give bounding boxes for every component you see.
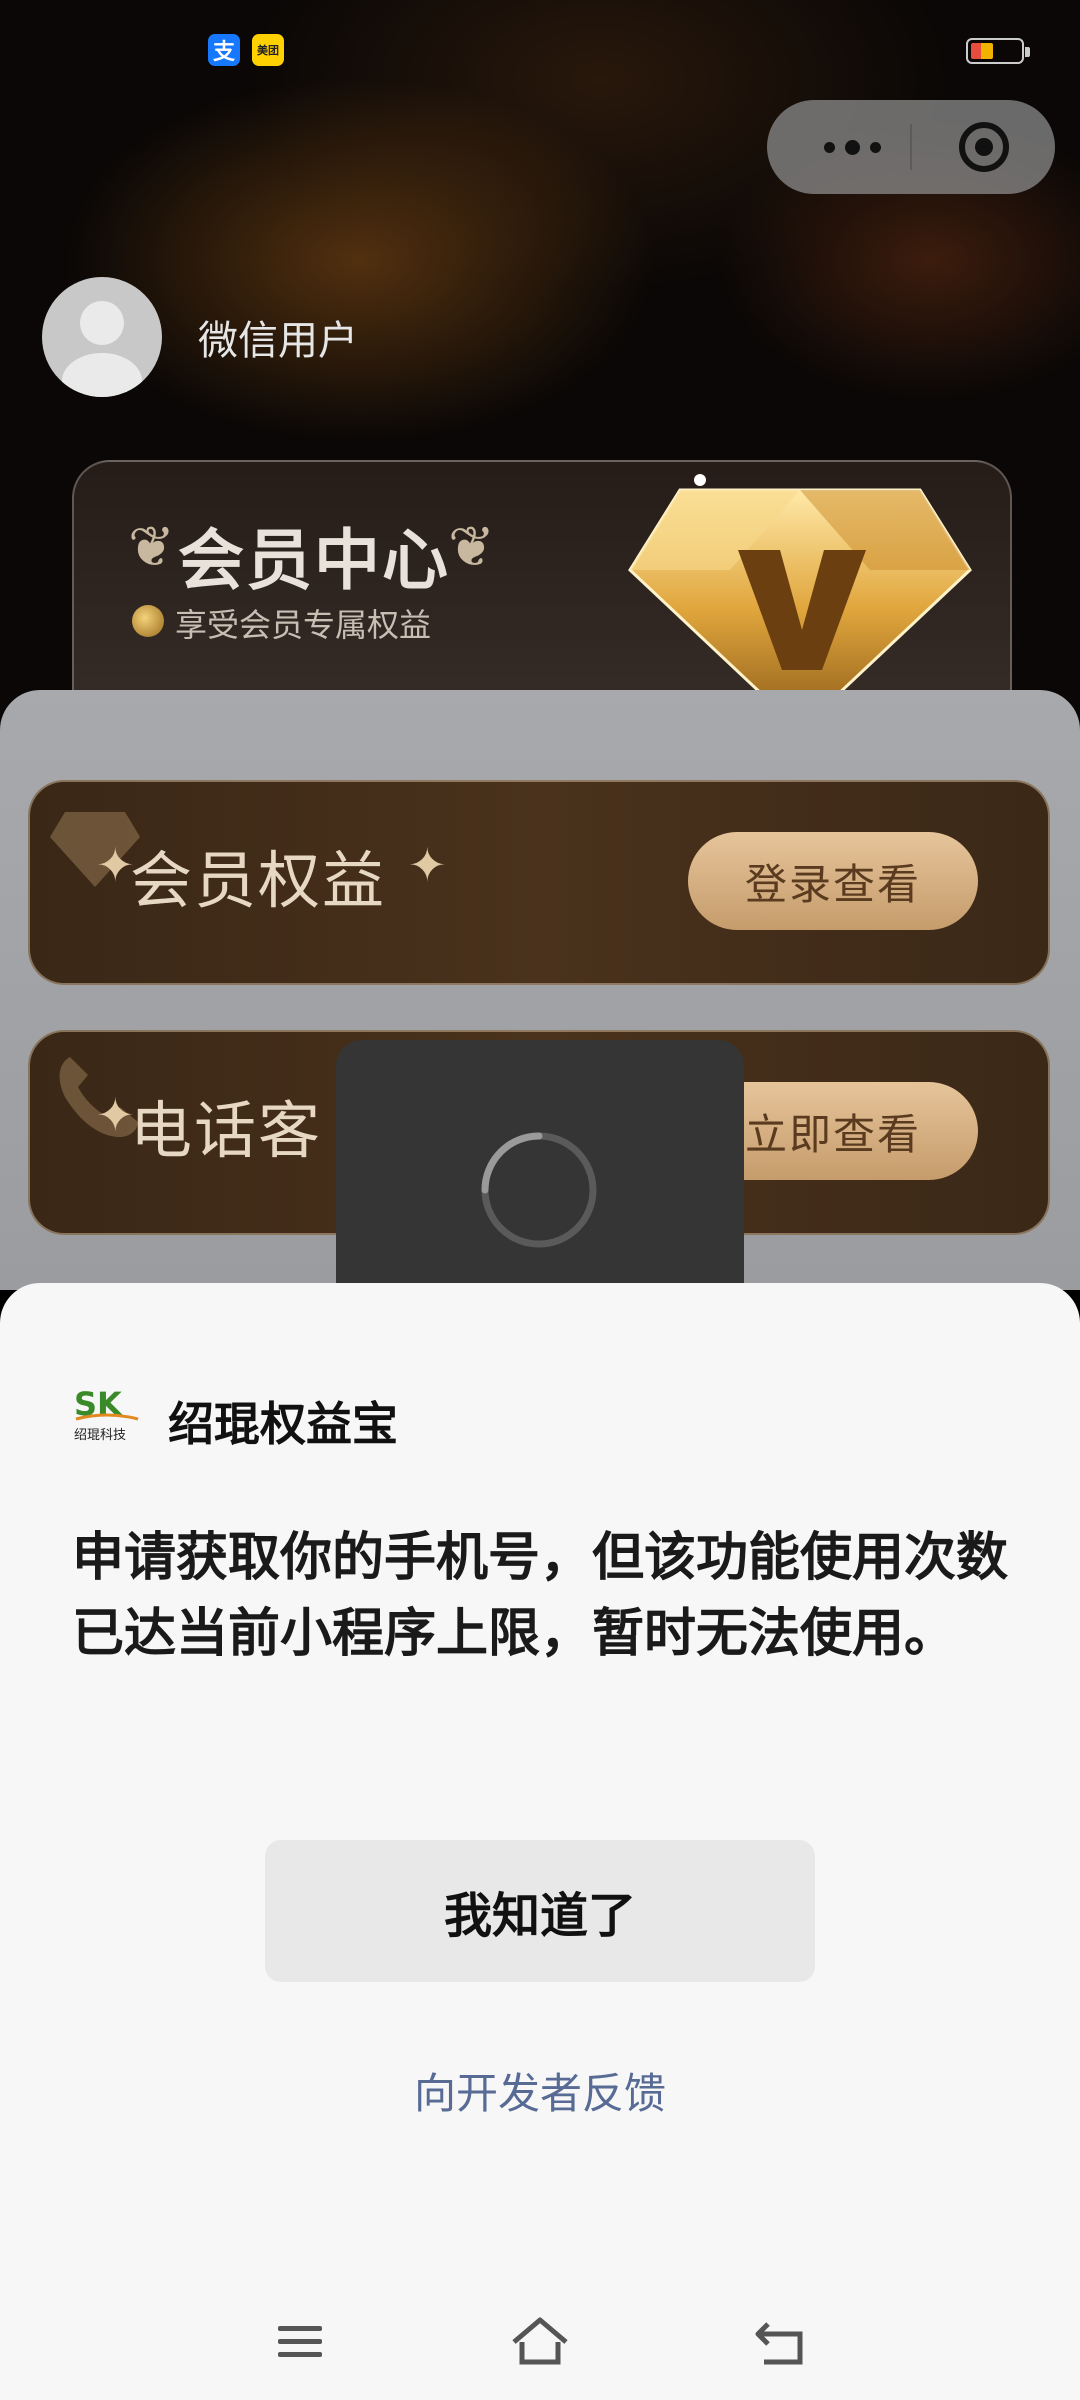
- developer-feedback-link[interactable]: 向开发者反馈: [0, 2060, 1080, 2121]
- miniprogram-capsule: [767, 100, 1055, 194]
- default-avatar-icon[interactable]: [42, 277, 162, 397]
- coin-icon: [132, 605, 164, 637]
- laurel-right-icon: ❦: [448, 515, 495, 580]
- acknowledge-button[interactable]: 我知道了: [265, 1840, 815, 1982]
- home-icon[interactable]: [510, 2312, 570, 2372]
- back-icon[interactable]: [750, 2312, 810, 2372]
- system-nav-bar: [0, 2300, 1080, 2400]
- spinner-icon: [481, 1132, 597, 1248]
- laurel-left-icon: ❦: [128, 515, 175, 580]
- phone-service-title: 电话客: [130, 1094, 323, 1167]
- member-benefits-title: 会员权益: [130, 844, 387, 917]
- dialog-message: 申请获取你的手机号，但该功能使用次数已达当前小程序上限，暂时无法使用。: [72, 1528, 1009, 1664]
- sparkle-icon: ✦: [408, 838, 447, 892]
- menu-icon[interactable]: [270, 2312, 330, 2372]
- member-benefits-row[interactable]: ✦ 会员权益 ✦ 登录查看: [28, 780, 1050, 985]
- alipay-icon: 支: [208, 34, 240, 66]
- login-view-button[interactable]: 登录查看: [688, 832, 978, 930]
- battery-low-icon: [966, 38, 1030, 64]
- app-name: 绍琨权益宝: [168, 1397, 398, 1451]
- sparkle-icon: ✦: [96, 838, 135, 892]
- app-logo-icon: SK 绍琨科技: [74, 1385, 139, 1443]
- meituan-icon: 美团: [252, 34, 284, 66]
- member-center-title: 会员中心: [178, 522, 450, 599]
- target-close-icon[interactable]: [957, 120, 1011, 174]
- status-bar: 支 美团: [0, 0, 1080, 90]
- member-center-subtitle: 享受会员专属权益: [175, 606, 432, 644]
- username[interactable]: 微信用户: [198, 308, 358, 366]
- sparkle-icon: ✦: [96, 1088, 135, 1142]
- developer-feedback-label[interactable]: 向开发者反馈: [414, 2069, 666, 2118]
- capsule-divider: [910, 124, 912, 170]
- svg-text:绍琨科技: 绍琨科技: [74, 1428, 126, 1443]
- more-dots-icon[interactable]: [807, 130, 897, 164]
